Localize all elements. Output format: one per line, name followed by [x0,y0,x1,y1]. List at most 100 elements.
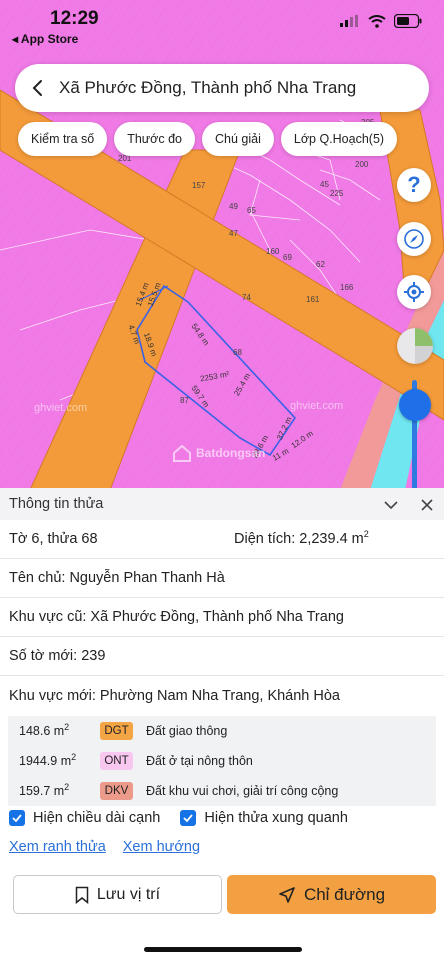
parcel-label: 45 [320,180,329,189]
parcel-label: 157 [192,181,206,190]
panel-header: Thông tin thửa [0,488,444,520]
edge-label: 54.8 m [189,321,211,348]
land-use-desc: Đất giao thông [146,724,228,738]
clock: 12:29 [50,8,99,29]
pie-icon [397,328,433,364]
edge-label: 4.7 m [126,323,142,346]
help-button[interactable]: ? [397,168,431,202]
save-location-button[interactable]: Lưu vị trí [13,875,222,914]
parcel-label: 68 [233,348,242,357]
parcel-area-label: 2253 m² [199,369,230,384]
collapse-button[interactable] [380,494,402,516]
land-use-row: 148.6 m2 DGT Đất giao thông [8,716,436,746]
bookmark-icon [75,886,89,904]
row-new-sheet: Số tờ mới: 239 [0,637,444,676]
owner-name: Tên chủ: Nguyễn Phan Thanh Hà [9,570,225,586]
home-indicator [144,947,302,952]
show-neighbors-checkbox[interactable]: Hiện thửa xung quanh [180,810,348,826]
back-to-app-store[interactable]: ◂ App Store [12,32,78,46]
land-use-row: 159.7 m2 DKV Đất khu vui chơi, giải trí … [8,776,436,806]
land-use-table: 148.6 m2 DGT Đất giao thông 1944.9 m2 ON… [8,716,436,806]
layer-opacity-button[interactable] [397,328,433,364]
watermark: ghviet.com [290,400,344,412]
row-old-area: Khu vực cũ: Xã Phước Đồng, Thành phố Nha… [0,598,444,637]
panel-links: Xem ranh thửa Xem hướng [9,839,200,855]
edge-label: 18.9 m [141,331,159,358]
locate-icon [404,282,424,302]
land-use-area: 159.7 m2 [19,781,70,798]
chevron-left-icon [32,80,42,96]
new-sheet: Số tờ mới: 239 [9,648,106,664]
edge-label: 11 m [270,446,291,463]
parcel-label: 161 [306,295,320,304]
edge-label: 59.7 m [189,383,211,410]
new-area: Khu vực mới: Phường Nam Nha Trang, Khánh… [9,687,341,704]
row-new-area: Khu vực mới: Phường Nam Nha Trang, Khánh… [0,676,444,715]
land-use-desc: Đất ở tại nông thôn [146,754,253,768]
parcel-label: 47 [229,229,238,238]
close-icon [421,499,433,511]
parcel-label: 87 [180,396,189,405]
map-view[interactable]: 201 157 49 65 45 225 47 160 69 62 166 16… [0,0,444,490]
chevron-down-icon [384,501,398,510]
parcel-label: 49 [229,202,238,211]
status-icons [340,14,422,28]
location-bar[interactable]: Xã Phước Đồng, Thành phố Nha Trang [15,64,429,112]
chip-planning-layer[interactable]: Lớp Q.Hoạch(5) [280,122,398,156]
checkbox-label: Hiện chiều dài cạnh [33,810,161,826]
chip-check-number[interactable]: Kiểm tra số [18,122,108,156]
land-use-code-badge: DGT [100,722,133,740]
close-button[interactable] [416,494,438,516]
chip-ruler[interactable]: Thước đo [114,122,195,156]
parcel-label: 62 [316,260,325,269]
land-use-row: 1944.9 m2 ONT Đất ở tại nông thôn [8,746,436,776]
land-use-desc: Đất khu vui chơi, giải trí công cộng [146,784,339,798]
panel-title: Thông tin thửa [9,496,104,512]
directions-button[interactable]: Chỉ đường [227,875,436,914]
parcel-label: 225 [330,189,344,198]
parcel-label: 166 [340,283,354,292]
parcel-label: 74 [242,293,251,302]
wifi-icon [368,14,386,28]
land-use-code-badge: DKV [100,782,133,800]
parcel-label: 160 [266,247,280,256]
battery-icon [394,14,422,28]
save-label: Lưu vị trí [96,885,161,903]
status-bar: 12:29 ◂ App Store [0,0,444,56]
parcel-label: 69 [283,253,292,262]
chip-legend[interactable]: Chú giải [202,122,274,156]
land-use-area: 148.6 m2 [19,721,70,738]
old-area: Khu vực cũ: Xã Phước Đồng, Thành phố Nha… [9,609,344,625]
signal-icon [340,15,358,27]
parcel-info-panel: Thông tin thửa Tờ 6, thửa 68 Diện tích: … [0,488,444,960]
question-icon: ? [407,172,421,197]
edge-label: 37.2 m [274,415,294,442]
brand-logo: Batdongsan [172,444,265,462]
area-value: Diện tích: 2,239.4 m2 [234,529,369,547]
my-location-button[interactable] [397,275,431,309]
sheet-parcel: Tờ 6, thửa 68 [9,531,98,547]
checkbox-label: Hiện thửa xung quanh [204,810,348,826]
view-boundary-link[interactable]: Xem ranh thửa [9,839,106,855]
show-edge-length-checkbox[interactable]: Hiện chiều dài cạnh [9,810,160,826]
parcel-label: 65 [247,206,256,215]
compass-icon [404,229,424,249]
map-tool-chips: Kiểm tra số Thước đo Chú giải Lớp Q.Hoạc… [18,122,398,156]
land-use-code-badge: ONT [100,752,133,770]
edge-label: 25.4 m [232,371,253,398]
checkmark-icon [180,810,197,826]
land-use-area: 1944.9 m2 [19,751,77,768]
opacity-slider-thumb[interactable] [399,389,431,421]
navigation-arrow-icon [279,886,295,903]
back-button[interactable] [15,64,59,112]
options-checkboxes: Hiện chiều dài cạnh Hiện thửa xung quanh [9,810,348,826]
row-owner: Tên chủ: Nguyễn Phan Thanh Hà [0,559,444,598]
house-icon [173,444,191,462]
row-sheet-area: Tờ 6, thửa 68 Diện tích: 2,239.4 m2 [0,520,444,559]
view-direction-link[interactable]: Xem hướng [123,839,200,855]
compass-button[interactable] [397,222,431,256]
location-title: Xã Phước Đồng, Thành phố Nha Trang [59,78,357,97]
directions-label: Chỉ đường [303,884,386,904]
checkmark-icon [9,810,25,826]
edge-label: 12.0 m [289,428,315,451]
